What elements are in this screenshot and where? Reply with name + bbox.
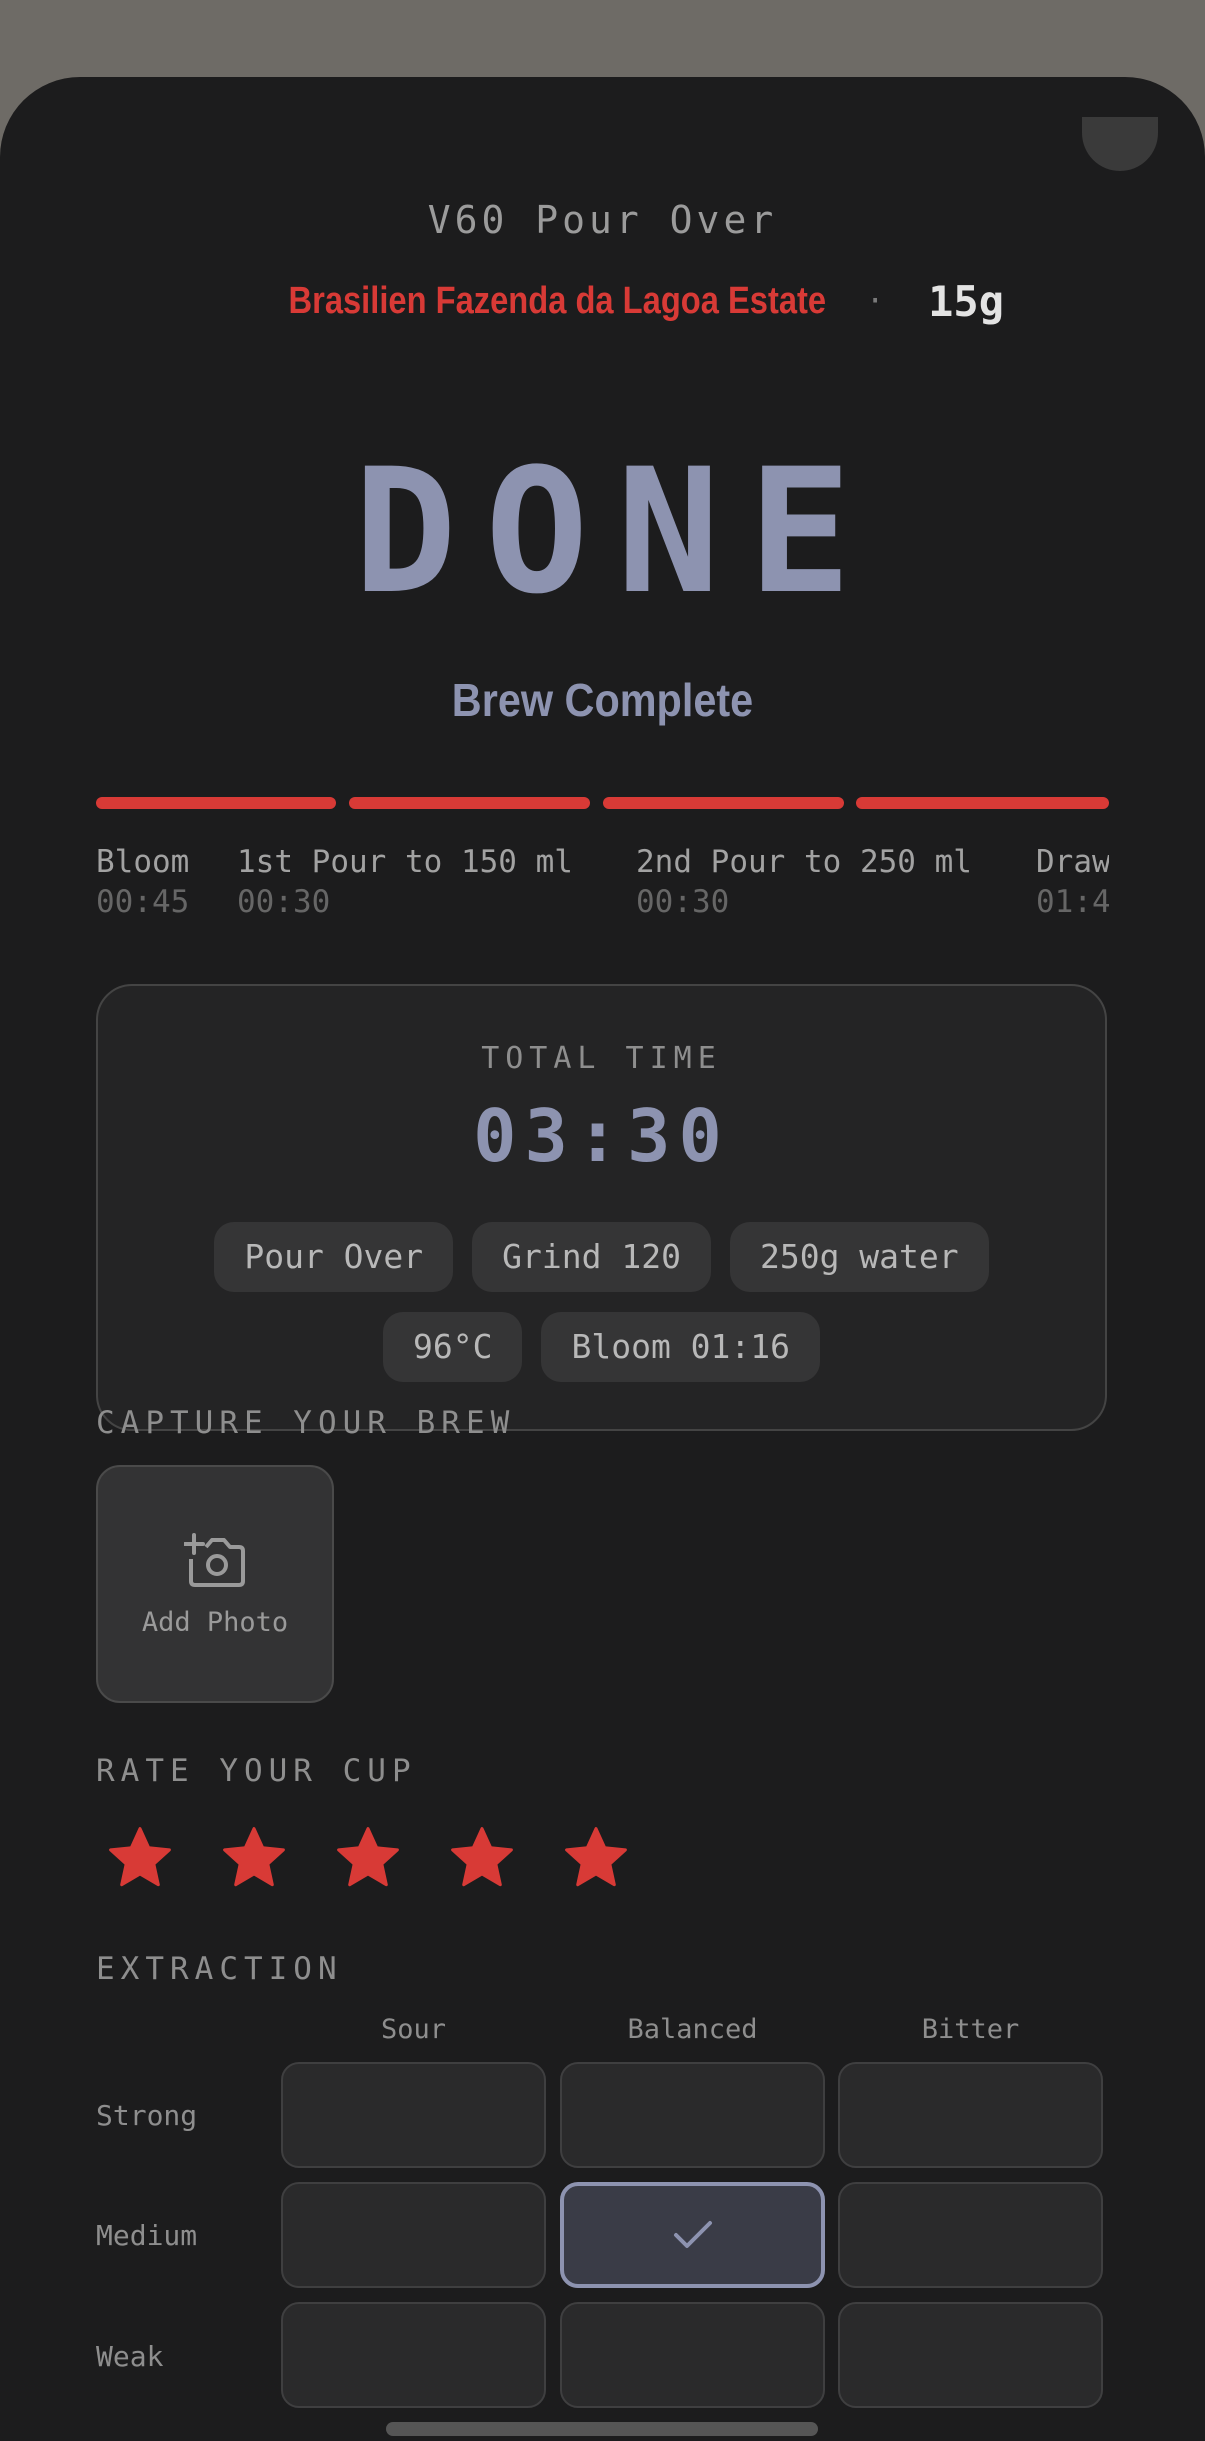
brew-status-label: Brew Complete bbox=[451, 674, 754, 726]
brew-params-row: Pour Over Grind 120 250g water bbox=[98, 1222, 1105, 1292]
step-time: 00:30 bbox=[636, 884, 730, 920]
step-item: Bloom 00:45 bbox=[96, 842, 189, 922]
param-chip: 96°C bbox=[382, 1312, 523, 1382]
star-icon[interactable] bbox=[218, 1822, 290, 1894]
add-photo-button[interactable]: Add Photo bbox=[96, 1465, 334, 1703]
extraction-section-title: EXTRACTION bbox=[96, 1951, 343, 1987]
extraction-cell-medium-sour[interactable] bbox=[281, 2182, 546, 2288]
step-item: Draw 01:4 bbox=[1036, 842, 1109, 922]
extraction-row-weak: Weak bbox=[96, 2340, 164, 2373]
param-chip: Grind 120 bbox=[472, 1222, 711, 1292]
step-time: 00:45 bbox=[96, 884, 190, 920]
star-icon[interactable] bbox=[332, 1822, 404, 1894]
extraction-cell-strong-bitter[interactable] bbox=[838, 2062, 1103, 2168]
home-indicator[interactable] bbox=[386, 2422, 818, 2436]
extraction-column-bitter: Bitter bbox=[921, 2014, 1020, 2045]
add-camera-icon bbox=[184, 1533, 245, 1587]
extraction-row-strong: Strong bbox=[96, 2099, 198, 2132]
total-time-card: TOTAL TIME 03:30 Pour Over Grind 120 250… bbox=[96, 984, 1107, 1431]
brew-complete-sheet: V60 Pour Over Brasilien Fazenda da Lagoa… bbox=[0, 77, 1205, 2441]
param-chip: 250g water bbox=[729, 1222, 989, 1292]
step-time: 01:4 bbox=[1036, 884, 1109, 920]
extraction-column-balanced: Balanced bbox=[627, 2014, 758, 2045]
progress-segment bbox=[96, 797, 336, 809]
extraction-cell-weak-sour[interactable] bbox=[281, 2302, 546, 2408]
param-chip: Pour Over bbox=[214, 1222, 454, 1292]
total-time-value: 03:30 bbox=[473, 1094, 730, 1178]
progress-segment bbox=[603, 797, 844, 809]
brew-params-row: 96°C Bloom 01:16 bbox=[98, 1312, 1105, 1382]
extraction-cell-medium-balanced[interactable] bbox=[560, 2182, 825, 2288]
rating-section-title: RATE YOUR CUP bbox=[96, 1753, 417, 1789]
step-name: Draw bbox=[1036, 844, 1109, 880]
star-icon[interactable] bbox=[104, 1822, 176, 1894]
bean-name: Brasilien Fazenda da Lagoa Estate bbox=[288, 279, 827, 322]
extraction-row-medium: Medium bbox=[96, 2219, 198, 2252]
separator-dot: · bbox=[866, 283, 885, 319]
step-item: 1st Pour to 150 ml 00:30 bbox=[237, 842, 573, 922]
extraction-cell-medium-bitter[interactable] bbox=[838, 2182, 1103, 2288]
extraction-cell-weak-bitter[interactable] bbox=[838, 2302, 1103, 2408]
progress-segment bbox=[856, 797, 1109, 809]
progress-segment bbox=[349, 797, 590, 809]
step-name: 1st Pour to 150 ml bbox=[237, 844, 573, 880]
step-name: 2nd Pour to 250 ml bbox=[636, 844, 972, 880]
star-icon[interactable] bbox=[560, 1822, 632, 1894]
step-name: Bloom bbox=[96, 844, 190, 880]
checkmark-icon bbox=[673, 2221, 712, 2248]
extraction-cell-strong-balanced[interactable] bbox=[560, 2062, 825, 2168]
done-heading: DONE bbox=[353, 431, 880, 632]
step-item: 2nd Pour to 250 ml 00:30 bbox=[636, 842, 972, 922]
extraction-column-sour: Sour bbox=[380, 2014, 447, 2045]
brew-method-title: V60 Pour Over bbox=[427, 198, 778, 242]
total-time-label: TOTAL TIME bbox=[481, 1041, 722, 1076]
step-list: Bloom 00:45 1st Pour to 150 ml 00:30 2nd… bbox=[96, 842, 1109, 922]
star-icon[interactable] bbox=[446, 1822, 518, 1894]
step-progress-bar bbox=[96, 797, 1109, 809]
dose-value: 15g bbox=[928, 276, 1004, 326]
extraction-cell-weak-balanced[interactable] bbox=[560, 2302, 825, 2408]
extraction-cell-strong-sour[interactable] bbox=[281, 2062, 546, 2168]
sheet-corner-control[interactable] bbox=[1082, 117, 1158, 171]
capture-section-title: CAPTURE YOUR BREW bbox=[96, 1405, 516, 1441]
add-photo-label: Add Photo bbox=[141, 1607, 289, 1638]
param-chip: Bloom 01:16 bbox=[541, 1312, 821, 1382]
step-time: 00:30 bbox=[237, 884, 331, 920]
bean-info-line: Brasilien Fazenda da Lagoa Estate · 15g bbox=[0, 273, 1205, 329]
